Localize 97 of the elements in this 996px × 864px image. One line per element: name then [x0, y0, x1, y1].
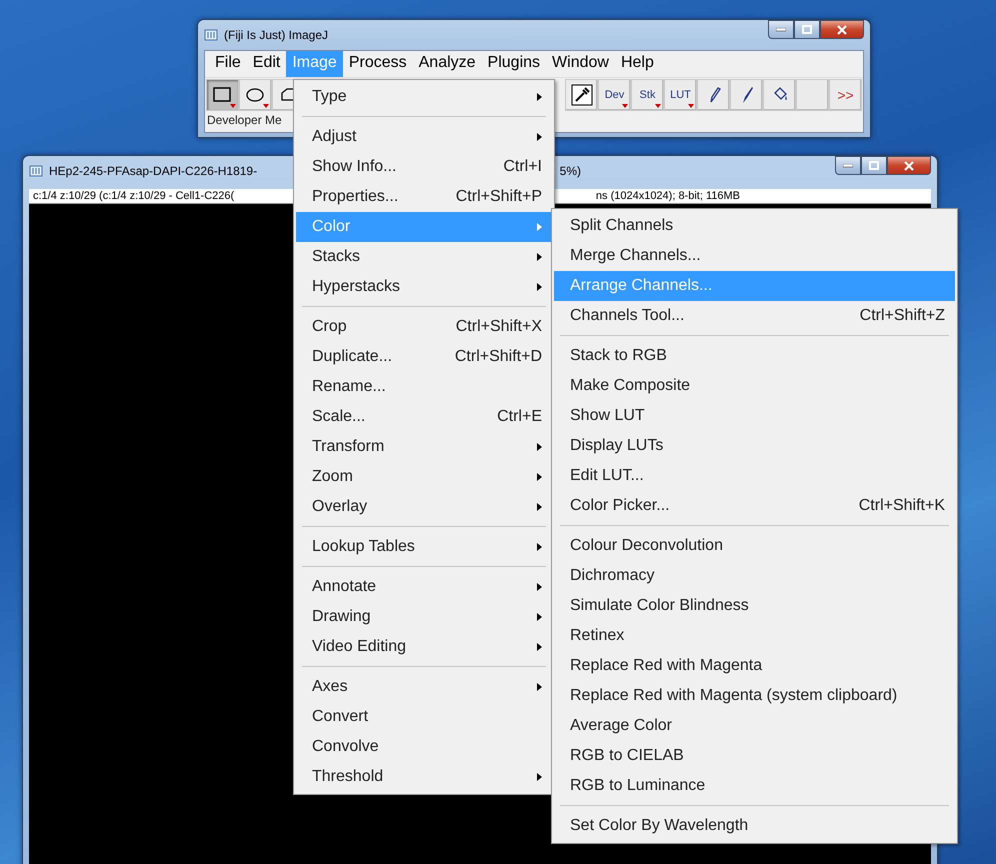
close-button[interactable] [820, 20, 864, 39]
menu-item[interactable]: Axes [296, 672, 552, 702]
dropdown-icon [622, 104, 628, 108]
eyedropper-icon [570, 84, 592, 106]
menu-item[interactable]: Simulate Color Blindness [554, 591, 955, 621]
menu-item[interactable]: Annotate [296, 572, 552, 602]
submenu-arrow-icon [537, 283, 542, 291]
menu-bar-item[interactable]: Process [342, 51, 413, 77]
submenu-arrow-icon [537, 253, 542, 261]
maximize-icon [802, 25, 812, 34]
menu-item[interactable]: Replace Red with Magenta [554, 651, 955, 681]
image-info-text: c:1/4 z:10/29 (c:1/4 z:10/29 - Cell1-C226( [33, 190, 234, 202]
minimize-icon [843, 164, 853, 168]
menu-item[interactable]: Channels Tool... Ctrl+Shift+Z [554, 301, 955, 331]
menu-bar-item[interactable]: Analyze [412, 51, 482, 77]
menu-item[interactable]: Colour Deconvolution [554, 531, 955, 561]
minimize-icon [776, 28, 786, 32]
dropdown-icon [230, 104, 236, 108]
menu-item[interactable]: Adjust [296, 122, 552, 152]
window-title: HEp2-245-PFAsap-DAPI-C226-H1819- [49, 164, 258, 178]
menu-item[interactable]: Drawing [296, 602, 552, 632]
menu-item[interactable]: Type [296, 82, 552, 112]
menu-item[interactable]: Properties... Ctrl+Shift+P [296, 182, 552, 212]
tool-button[interactable] [697, 79, 730, 111]
menu-item[interactable]: Show LUT [554, 401, 955, 431]
submenu-arrow-icon [537, 443, 542, 451]
menu-bar-item[interactable]: Window [546, 51, 615, 77]
menu-item[interactable]: Average Color [554, 711, 955, 741]
submenu-arrow-icon [537, 93, 542, 101]
tool-button[interactable] [730, 79, 763, 111]
dropdown-icon [655, 104, 661, 108]
maximize-icon [869, 161, 879, 170]
tool-button[interactable] [763, 79, 796, 111]
tool-button[interactable] [565, 79, 598, 111]
menu-item[interactable]: Hyperstacks [296, 272, 552, 302]
tool-button[interactable]: Stk [631, 79, 664, 111]
minimize-button[interactable] [768, 20, 794, 39]
menu-item[interactable]: Merge Channels... [554, 241, 955, 271]
window-title: (Fiji Is Just) ImageJ [224, 28, 328, 42]
tool-button[interactable]: Dev [598, 79, 631, 111]
close-button[interactable] [887, 156, 931, 175]
submenu-arrow-icon [537, 223, 542, 231]
menu-item[interactable]: Split Channels [554, 211, 955, 241]
menu-bar-item[interactable]: File [209, 51, 247, 77]
menu-item[interactable]: Stacks [296, 242, 552, 272]
menu-item[interactable]: Display LUTs [554, 431, 955, 461]
maximize-button[interactable] [794, 20, 820, 39]
menu-item[interactable]: Make Composite [554, 371, 955, 401]
menu-item[interactable]: Retinex [554, 621, 955, 651]
image-info-text: ns (1024x1024); 8-bit; 116MB [596, 190, 740, 202]
menu-item[interactable]: RGB to Luminance [554, 771, 955, 801]
app-icon [204, 28, 218, 42]
menu-item[interactable]: Threshold [296, 762, 552, 792]
menu-item[interactable]: Scale... Ctrl+E [296, 402, 552, 432]
tool-button[interactable]: LUT [664, 79, 697, 111]
menu-item[interactable]: Video Editing [296, 632, 552, 662]
close-icon [904, 160, 914, 170]
menu-item[interactable]: Lookup Tables [296, 532, 552, 562]
menu-item[interactable]: Color Picker... Ctrl+Shift+K [554, 491, 955, 521]
tool-button[interactable] [206, 79, 239, 111]
menu-bar-item[interactable]: Edit [246, 51, 286, 77]
submenu-arrow-icon [537, 133, 542, 141]
menu-item[interactable]: Show Info... Ctrl+I [296, 152, 552, 182]
submenu-arrow-icon [537, 683, 542, 691]
menu-item[interactable]: Set Color By Wavelength [554, 811, 955, 841]
menu-item[interactable]: Overlay [296, 492, 552, 522]
submenu-arrow-icon [537, 473, 542, 481]
menu-item[interactable]: Convolve [296, 732, 552, 762]
menu-bar-item[interactable]: Help [614, 51, 660, 77]
menu-item[interactable]: Convert [296, 702, 552, 732]
menu-item[interactable]: Crop Ctrl+Shift+X [296, 312, 552, 342]
status-text: Developer Me [206, 112, 283, 129]
menu-item[interactable]: RGB to CIELAB [554, 741, 955, 771]
tool-button[interactable]: >> [829, 79, 862, 111]
menu-bar-item[interactable]: Plugins [482, 51, 546, 77]
menu-item[interactable]: Zoom [296, 462, 552, 492]
menu-item[interactable]: Duplicate... Ctrl+Shift+D [296, 342, 552, 372]
submenu-arrow-icon [537, 613, 542, 621]
tool-button[interactable] [239, 79, 272, 111]
submenu-arrow-icon [537, 503, 542, 511]
menu-item[interactable]: Transform [296, 432, 552, 462]
submenu-arrow-icon [537, 543, 542, 551]
submenu-arrow-icon [537, 643, 542, 651]
window-title: 5%) [560, 164, 581, 178]
menu-item[interactable]: Replace Red with Magenta (system clipboard) [554, 681, 955, 711]
dropdown-icon [263, 104, 269, 108]
menu-item[interactable]: Edit LUT... [554, 461, 955, 491]
app-icon [29, 164, 43, 178]
submenu-arrow-icon [537, 773, 542, 781]
menu-item[interactable]: Dichromacy [554, 561, 955, 591]
close-icon [837, 24, 847, 34]
maximize-button[interactable] [861, 156, 887, 175]
menu-item[interactable]: Rename... [296, 372, 552, 402]
dropdown-icon [688, 104, 694, 108]
submenu-arrow-icon [537, 583, 542, 591]
minimize-button[interactable] [835, 156, 861, 175]
menu-item[interactable]: Stack to RGB [554, 341, 955, 371]
